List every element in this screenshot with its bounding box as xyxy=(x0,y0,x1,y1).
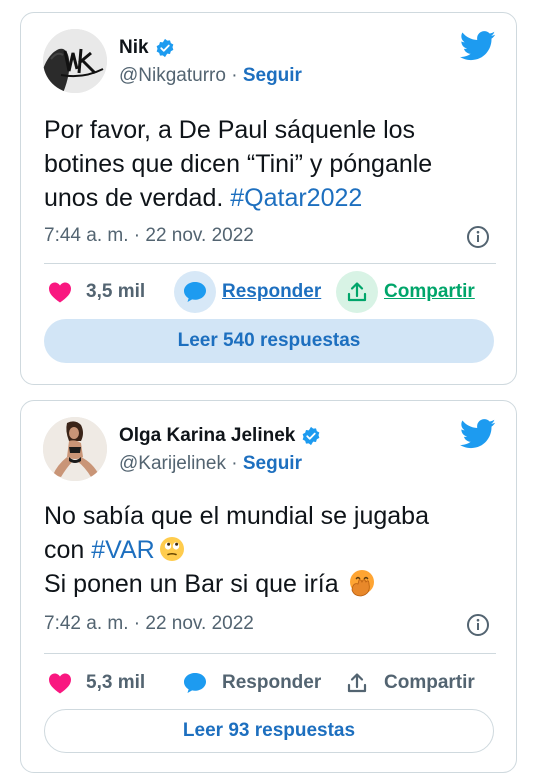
handle-row: @Nikgaturro · Seguir xyxy=(119,65,302,87)
tweet-text: No sabía que el mundial se jugaba con #V… xyxy=(44,499,496,601)
share-button[interactable]: Compartir xyxy=(336,270,475,314)
tweet-text-line: unos de verdad. #Qatar2022 xyxy=(44,181,496,215)
author-name-row: Nik xyxy=(119,37,175,59)
tweet-timestamp[interactable]: 7:42 a. m. · 22 nov. 2022 xyxy=(44,613,254,635)
avatar[interactable] xyxy=(43,417,107,481)
separator: · xyxy=(128,225,146,246)
avatar-image xyxy=(43,417,107,481)
share-icon-wrap xyxy=(336,271,378,313)
verified-badge-icon xyxy=(156,38,173,58)
reply-label: Responder xyxy=(222,281,322,302)
share-label: Compartir xyxy=(384,281,475,302)
tweet-text-line: Si ponen un Bar si que iría xyxy=(44,567,496,601)
info-icon[interactable] xyxy=(466,225,490,249)
like-count: 3,5 mil xyxy=(86,281,146,302)
author-handle[interactable]: @Nikgaturro xyxy=(119,65,226,86)
verified-badge-icon xyxy=(303,426,320,446)
tweet-timestamp[interactable]: 7:44 a. m. · 22 nov. 2022 xyxy=(44,225,254,247)
author-handle[interactable]: @Karijelinek xyxy=(119,453,226,474)
divider xyxy=(44,263,496,264)
separator: · xyxy=(225,453,243,474)
tweet-text-segment: Si ponen un Bar si que iría xyxy=(44,570,339,598)
share-icon xyxy=(347,282,367,302)
tweet-header: Olga Karina Jelinek @Karijelinek · Segui… xyxy=(43,417,496,487)
rolling-eyes-emoji-icon xyxy=(159,537,184,561)
like-button[interactable]: 3,5 mil xyxy=(48,270,145,314)
tweet-actions: 5,3 mil Responder Compartir xyxy=(44,661,496,705)
separator: · xyxy=(128,613,146,634)
divider xyxy=(44,653,496,654)
tweet-time: 7:44 a. m. xyxy=(44,225,129,246)
reply-bubble-icon xyxy=(184,673,206,693)
like-count: 5,3 mil xyxy=(86,672,146,693)
hashtag-link[interactable]: #Qatar2022 xyxy=(230,184,362,212)
read-replies-button[interactable]: Leer 93 respuestas xyxy=(44,709,494,753)
tweet-text-line: No sabía que el mundial se jugaba xyxy=(44,502,429,530)
face-hand-over-mouth-emoji-icon xyxy=(349,570,374,597)
tweet-card[interactable]: Nik @Nikgaturro · Seguir Por favor, a De… xyxy=(20,12,517,385)
share-button[interactable]: Compartir xyxy=(336,661,475,705)
avatar[interactable] xyxy=(43,29,107,93)
tweet-date: 22 nov. 2022 xyxy=(145,613,254,634)
twitter-bird-icon[interactable] xyxy=(460,419,496,449)
reply-label: Responder xyxy=(222,672,322,693)
author-name-row: Olga Karina Jelinek xyxy=(119,425,321,447)
heart-icon xyxy=(49,282,71,303)
reply-bubble-icon xyxy=(184,282,206,302)
tweet-text-line: con #VAR xyxy=(44,533,496,567)
separator: · xyxy=(225,65,243,86)
read-replies-button[interactable]: Leer 540 respuestas xyxy=(44,319,494,363)
author-name[interactable]: Nik xyxy=(119,37,149,59)
hashtag-link[interactable]: #VAR xyxy=(91,536,154,564)
twitter-bird-icon[interactable] xyxy=(460,31,496,61)
reply-button[interactable]: Responder xyxy=(174,661,321,705)
author-name[interactable]: Olga Karina Jelinek xyxy=(119,425,295,447)
tweet-text-segment: unos de verdad. xyxy=(44,184,231,212)
share-label: Compartir xyxy=(384,672,475,693)
reply-button[interactable]: Responder xyxy=(174,270,321,314)
tweet-date: 22 nov. 2022 xyxy=(145,225,254,246)
tweet-actions: 3,5 mil Responder Compartir xyxy=(44,270,496,314)
reply-icon-wrap xyxy=(174,271,216,313)
tweet-header: Nik @Nikgaturro · Seguir xyxy=(43,29,496,99)
tweet-time: 7:42 a. m. xyxy=(44,613,129,634)
tweet-text: Por favor, a De Paul sáquenle los botine… xyxy=(44,113,496,215)
heart-icon xyxy=(49,673,71,694)
tweet-card[interactable]: Olga Karina Jelinek @Karijelinek · Segui… xyxy=(20,400,517,773)
like-button[interactable]: 5,3 mil xyxy=(48,661,145,705)
tweet-text-segment: con xyxy=(44,536,92,564)
handle-row: @Karijelinek · Seguir xyxy=(119,453,302,475)
avatar-image xyxy=(43,29,107,93)
follow-link[interactable]: Seguir xyxy=(243,453,302,474)
share-icon xyxy=(347,673,367,693)
info-icon[interactable] xyxy=(466,613,490,637)
follow-link[interactable]: Seguir xyxy=(243,65,302,86)
tweet-text-line: Por favor, a De Paul sáquenle los xyxy=(44,116,416,144)
tweet-text-line: botines que dicen “Tini” y pónganle xyxy=(44,150,433,178)
share-icon-wrap xyxy=(336,662,378,704)
reply-icon-wrap xyxy=(174,662,216,704)
